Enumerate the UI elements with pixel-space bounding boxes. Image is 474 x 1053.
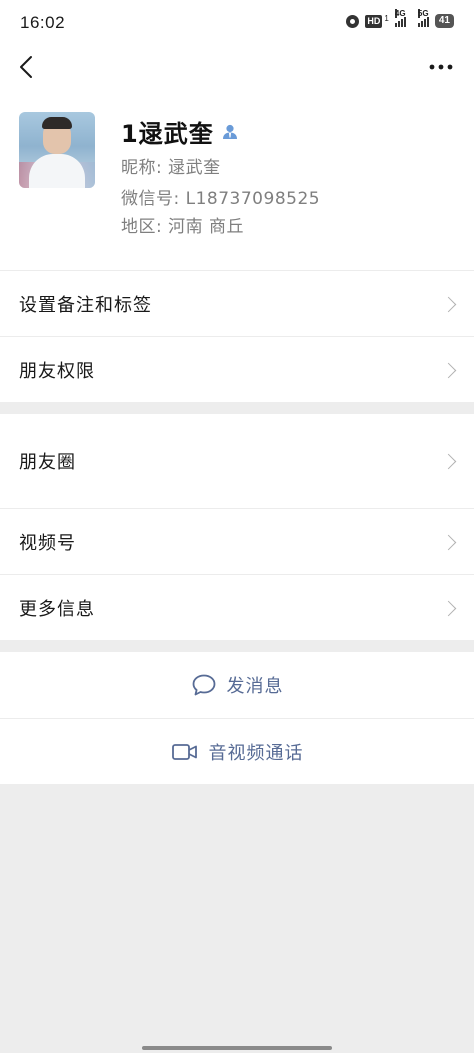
chevron-right-icon: [440, 296, 457, 312]
menu-item-moments[interactable]: 朋友圈: [0, 414, 474, 508]
region-line: 地区: 河南 商丘: [121, 217, 245, 237]
send-message-label: 发消息: [226, 676, 284, 697]
hd-icon: HD: [365, 14, 383, 28]
menu-item-channels[interactable]: 视频号: [0, 508, 474, 574]
chevron-left-icon: [20, 56, 32, 78]
back-button[interactable]: [14, 52, 38, 82]
video-call-label: 音视频通话: [208, 742, 304, 764]
status-time: 16:02: [20, 13, 66, 32]
profile-header-area: 16:02 HD 1 4G 5G 41 1逯武奎 昵称: 逯武奎 微信号: L1…: [0, 0, 474, 270]
settings-group: 设置备注和标签 朋友权限: [0, 270, 474, 402]
menu-item-friend-permissions[interactable]: 朋友权限: [0, 336, 474, 402]
menu-item-label: 设置备注和标签: [19, 294, 152, 316]
more-button[interactable]: [428, 54, 454, 80]
signal-5g-icon: 5G: [417, 9, 429, 27]
chevron-right-icon: [440, 453, 457, 470]
menu-item-more-info[interactable]: 更多信息: [0, 574, 474, 640]
menu-item-label: 更多信息: [19, 598, 95, 620]
content-group: 朋友圈 视频号 更多信息: [0, 414, 474, 640]
more-dots-icon: [429, 64, 453, 70]
alarm-icon: [346, 14, 360, 28]
action-group: 发消息 音视频通话: [0, 652, 474, 784]
nav-bar: [0, 46, 474, 90]
menu-item-label: 朋友权限: [19, 360, 95, 382]
menu-item-label: 视频号: [19, 532, 76, 554]
profile-name-row: 1逯武奎: [121, 114, 239, 149]
home-indicator[interactable]: [142, 1046, 332, 1050]
avatar[interactable]: [19, 112, 95, 188]
chevron-right-icon: [440, 534, 457, 550]
menu-item-remark-tags[interactable]: 设置备注和标签: [0, 270, 474, 336]
wechat-id-line: 微信号: L18737098525: [121, 189, 321, 209]
menu-item-label: 朋友圈: [19, 452, 76, 473]
status-bar: 16:02 HD 1 4G 5G 41: [0, 0, 474, 46]
profile-card: 1逯武奎 昵称: 逯武奎 微信号: L18737098525 地区: 河南 商丘: [0, 90, 474, 270]
signal-4g-icon: 4G: [394, 9, 406, 27]
chevron-right-icon: [440, 362, 457, 378]
nickname-line: 昵称: 逯武奎: [121, 158, 221, 178]
hd-sub-label: 1: [384, 13, 389, 23]
send-message-button[interactable]: 发消息: [0, 652, 474, 718]
chat-bubble-icon: [192, 674, 215, 696]
battery-icon: 41: [434, 14, 454, 28]
video-camera-icon: [171, 743, 197, 760]
status-icons: HD 1 4G 5G 41: [346, 9, 454, 28]
chevron-right-icon: [440, 600, 457, 616]
contact-person-icon: [222, 124, 237, 139]
video-call-button[interactable]: 音视频通话: [0, 718, 474, 784]
profile-name: 1逯武奎: [121, 120, 214, 148]
